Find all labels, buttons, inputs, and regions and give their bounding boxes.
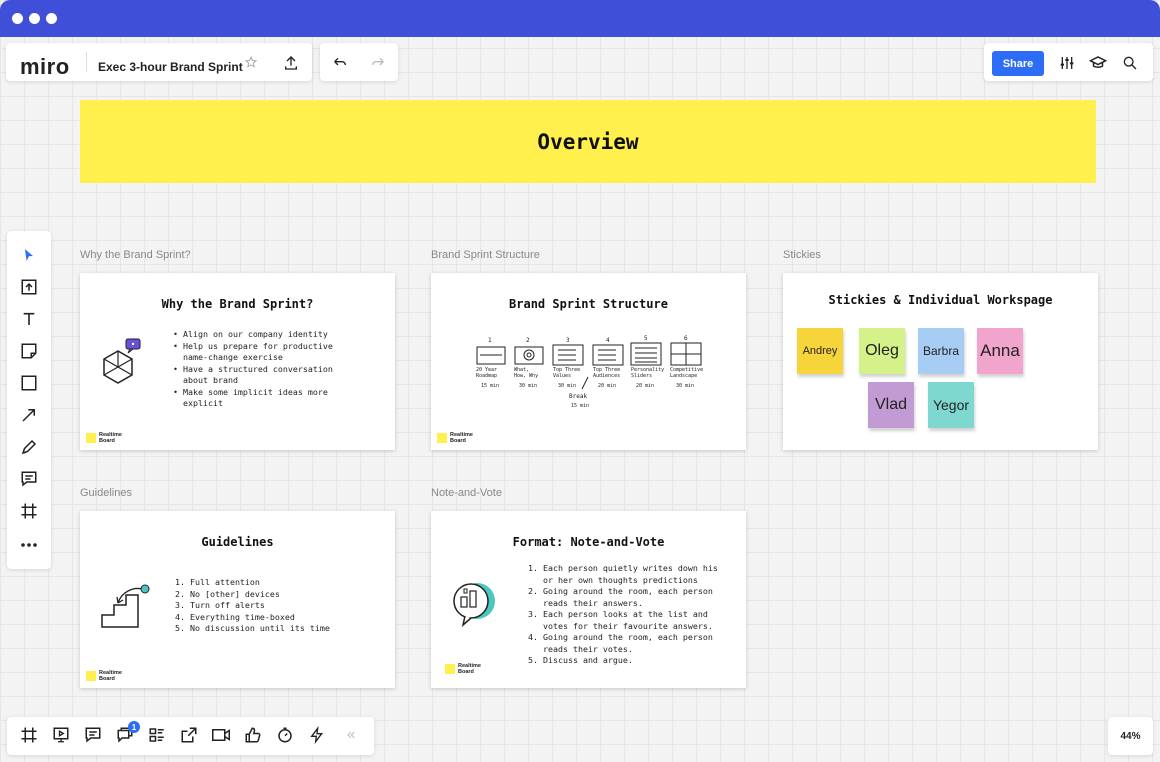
select-cursor-icon[interactable] bbox=[7, 239, 51, 271]
realtime-board-logo: Realtime Board bbox=[86, 432, 123, 444]
zoom-indicator[interactable]: 44% bbox=[1108, 717, 1153, 755]
voting-icon[interactable] bbox=[237, 717, 269, 753]
upload-content-icon[interactable] bbox=[7, 271, 51, 303]
comments-icon[interactable] bbox=[77, 717, 109, 753]
pen-icon[interactable] bbox=[7, 431, 51, 463]
share-button[interactable]: Share bbox=[992, 51, 1044, 76]
chat-icon[interactable]: 1 bbox=[109, 717, 141, 753]
double-chevron-left-icon[interactable] bbox=[335, 717, 367, 753]
timer-icon[interactable] bbox=[269, 717, 301, 753]
lightning-icon[interactable] bbox=[301, 717, 333, 753]
sprint-structure-sketch: 1 2 3 4 5 6 20 Year Roadmap What, How, W… bbox=[476, 335, 704, 409]
frame-stickies[interactable]: Stickies & Individual Workspage Andrey O… bbox=[783, 273, 1098, 450]
frame-brand-sprint-structure[interactable]: Brand Sprint Structure 1 2 3 4 5 6 20 Ye… bbox=[431, 273, 746, 450]
left-toolbar bbox=[7, 231, 51, 569]
miro-logo[interactable]: miro bbox=[20, 54, 70, 80]
frame-title: Brand Sprint Structure bbox=[509, 297, 668, 311]
arrow-line-icon[interactable] bbox=[7, 399, 51, 431]
frame-note-and-vote[interactable]: Format: Note-and-Vote 1. Each person qui… bbox=[431, 511, 746, 688]
upload-icon[interactable] bbox=[280, 52, 302, 74]
frame-title: Format: Note-and-Vote bbox=[512, 535, 665, 549]
redo-icon[interactable] bbox=[367, 52, 389, 74]
frame-label-guidelines[interactable]: Guidelines bbox=[80, 487, 132, 499]
window-titlebar bbox=[0, 0, 1160, 37]
hexagon-chat-illustration bbox=[100, 337, 146, 392]
text-tool-icon[interactable] bbox=[7, 303, 51, 335]
zoom-level: 44% bbox=[1120, 730, 1141, 742]
header-right-panel: Share bbox=[984, 43, 1153, 81]
frame-title: Guidelines bbox=[201, 535, 274, 549]
sticky-note[interactable]: Anna bbox=[977, 328, 1023, 374]
video-call-icon[interactable] bbox=[205, 717, 237, 753]
why-bullets: • Align on our company identity • Help u… bbox=[173, 329, 333, 408]
undo-redo-panel bbox=[320, 43, 398, 81]
note-vote-list: 1. Each person quietly writes down his o… bbox=[528, 563, 718, 665]
shape-icon[interactable] bbox=[7, 367, 51, 399]
header-divider bbox=[86, 52, 87, 72]
overview-title: Overview bbox=[537, 129, 639, 154]
more-icon[interactable] bbox=[7, 529, 51, 561]
sticky-note[interactable]: Vlad bbox=[868, 382, 914, 428]
card-list-icon[interactable] bbox=[141, 717, 173, 753]
frame-icon[interactable] bbox=[7, 495, 51, 527]
sticky-note[interactable]: Andrey bbox=[797, 328, 843, 374]
sticky-note[interactable]: Oleg bbox=[859, 328, 905, 374]
chat-badge: 1 bbox=[128, 721, 140, 733]
sticky-note[interactable]: Barbra bbox=[918, 328, 964, 374]
speech-chart-illustration bbox=[451, 581, 499, 636]
guidelines-list: 1. Full attention 2. No [other] devices … bbox=[175, 577, 330, 633]
window-dot bbox=[12, 13, 23, 24]
sticky-note[interactable]: Yegor bbox=[928, 382, 974, 428]
frame-label-note-and-vote[interactable]: Note-and-Vote bbox=[431, 487, 502, 499]
stairs-illustration bbox=[98, 581, 154, 636]
frame-label-structure[interactable]: Brand Sprint Structure bbox=[431, 249, 540, 261]
frame-label-stickies[interactable]: Stickies bbox=[783, 249, 821, 261]
learning-cap-icon[interactable] bbox=[1087, 52, 1109, 74]
window-dot bbox=[29, 13, 40, 24]
bottom-toolbar: 1 bbox=[7, 717, 374, 755]
realtime-board-logo: Realtime Board bbox=[437, 432, 474, 444]
frame-why-brand-sprint[interactable]: Why the Brand Sprint? • Align on our com… bbox=[80, 273, 395, 450]
presentation-icon[interactable] bbox=[45, 717, 77, 753]
window-dot bbox=[46, 13, 57, 24]
header-left-panel: miro Exec 3-hour Brand Sprint bbox=[6, 43, 312, 81]
settings-sliders-icon[interactable] bbox=[1056, 52, 1078, 74]
frames-icon[interactable] bbox=[13, 717, 45, 753]
undo-icon[interactable] bbox=[329, 52, 351, 74]
share-screen-icon[interactable] bbox=[173, 717, 205, 753]
frame-label-why[interactable]: Why the Brand Sprint? bbox=[80, 249, 191, 261]
overview-banner[interactable]: Overview bbox=[80, 100, 1096, 183]
realtime-board-logo: Realtime Board bbox=[86, 670, 123, 682]
board-name[interactable]: Exec 3-hour Brand Sprint bbox=[98, 60, 243, 74]
sticky-note-icon[interactable] bbox=[7, 335, 51, 367]
star-icon[interactable] bbox=[242, 53, 260, 71]
frame-guidelines[interactable]: Guidelines 1. Full attention 2. No [othe… bbox=[80, 511, 395, 688]
realtime-board-logo: Realtime Board bbox=[445, 663, 482, 675]
frame-title: Stickies & Individual Workspage bbox=[828, 293, 1053, 307]
search-icon[interactable] bbox=[1119, 52, 1141, 74]
frame-title: Why the Brand Sprint? bbox=[161, 297, 314, 311]
comment-icon[interactable] bbox=[7, 463, 51, 495]
